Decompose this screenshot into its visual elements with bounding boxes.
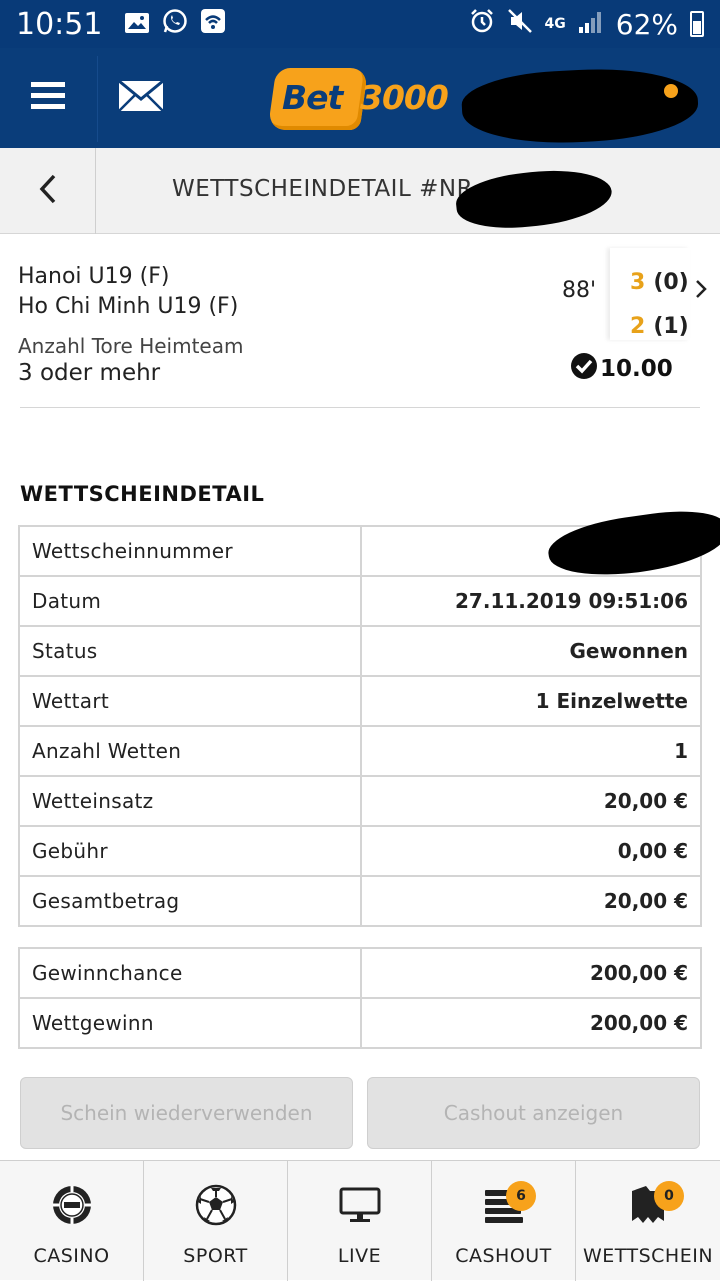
home-score-line: 3 (0) (630, 270, 689, 295)
alarm-icon (469, 8, 495, 41)
nav-label: WETTSCHEIN (582, 1245, 714, 1267)
nav-betslip[interactable]: 0 WETTSCHEIN (576, 1161, 720, 1281)
divider (20, 407, 700, 408)
mail-icon (118, 79, 164, 116)
odds-value: 10.00 (600, 356, 673, 382)
row-value: 1 (360, 725, 702, 777)
nav-label: SPORT (183, 1245, 248, 1267)
chevron-left-icon (39, 174, 57, 208)
status-time: 10:51 (16, 6, 103, 42)
mail-button[interactable] (106, 48, 176, 148)
row-label: Wetteinsatz (18, 775, 362, 827)
row-label: Anzahl Wetten (18, 725, 362, 777)
chevron-right-icon[interactable] (694, 278, 708, 304)
row-label: Wettscheinnummer (18, 525, 362, 577)
market-name: Anzahl Tore Heimteam (18, 334, 244, 358)
image-icon (124, 8, 150, 41)
redacted-slip-number (453, 163, 615, 235)
mute-icon (507, 8, 533, 41)
row-label: Wettgewinn (18, 997, 362, 1049)
row-value: 200,00 € (360, 947, 702, 999)
reuse-slip-button[interactable]: Schein wiederverwenden (20, 1077, 353, 1149)
battery-percent: 62% (615, 7, 678, 41)
bottom-nav: CASINO SPORT LIVE 6 CASHOUT 0 WETTSCHEIN (0, 1160, 720, 1281)
show-cashout-button[interactable]: Cashout anzeigen (367, 1077, 700, 1149)
table-row: Gesamtbetrag 20,00 € (18, 875, 702, 927)
nav-label: CASINO (33, 1245, 110, 1267)
away-team: Ho Chi Minh U19 (F) (18, 294, 239, 319)
whatsapp-icon (162, 8, 188, 41)
table-row: Wettart 1 Einzelwette (18, 675, 702, 727)
table-row: Gebühr 0,00 € (18, 825, 702, 877)
odds: 10.00 (570, 352, 673, 386)
row-label: Gesamtbetrag (18, 875, 362, 927)
soccer-ball-icon (194, 1183, 238, 1227)
nav-cashout[interactable]: 6 CASHOUT (432, 1161, 576, 1281)
table-row: Anzahl Wetten 1 (18, 725, 702, 777)
score-box: 3 (0) 2 (1) (610, 248, 690, 340)
section-title: WETTSCHEINDETAIL (20, 482, 265, 506)
table-row: Wetteinsatz 20,00 € (18, 775, 702, 827)
match-card[interactable]: Hanoi U19 (F) Ho Chi Minh U19 (F) 88' 3(… (0, 234, 720, 410)
row-value: 1 Einzelwette (360, 675, 702, 727)
row-label: Gebühr (18, 825, 362, 877)
nav-label: LIVE (337, 1245, 382, 1267)
table-row: Status Gewonnen (18, 625, 702, 677)
row-label: Gewinnchance (18, 947, 362, 999)
battery-icon (690, 11, 704, 37)
wifi-calling-icon (200, 8, 226, 41)
row-label: Status (18, 625, 362, 677)
row-value: Gewonnen (360, 625, 702, 677)
win-table: Gewinnchance 200,00 € Wettgewinn 200,00 € (18, 947, 702, 1049)
account-dot (664, 84, 678, 98)
bet-pick: 3 oder mehr (18, 360, 161, 386)
casino-chip-icon (50, 1183, 94, 1227)
row-value: 200,00 € (360, 997, 702, 1049)
match-minute: 88' (562, 278, 597, 303)
app-bar-divider (97, 56, 98, 142)
bet3000-logo[interactable]: Bet 3000 (267, 64, 452, 134)
network-type: 4G (544, 16, 566, 32)
nav-casino[interactable]: CASINO (0, 1161, 144, 1281)
monitor-icon (338, 1183, 382, 1227)
nav-sport[interactable]: SPORT (144, 1161, 288, 1281)
row-value: 27.11.2019 09:51:06 (360, 575, 702, 627)
back-button[interactable] (0, 148, 96, 234)
home-team: Hanoi U19 (F) (18, 264, 170, 289)
away-score-line: 2 (1) (630, 314, 689, 339)
redacted-account (460, 63, 700, 149)
table-row: Datum 27.11.2019 09:51:06 (18, 575, 702, 627)
row-value: 20,00 € (360, 775, 702, 827)
cashout-badge: 6 (506, 1181, 536, 1211)
nav-label: CASHOUT (455, 1245, 552, 1267)
check-circle-icon (570, 352, 598, 386)
sub-header: WETTSCHEINDETAIL #NR. 2 (0, 148, 720, 235)
details-table: Wettscheinnummer Datum 27.11.2019 09:51:06… (18, 525, 702, 927)
signal-icon (578, 8, 604, 41)
page-title: WETTSCHEINDETAIL #NR. 2 (172, 176, 503, 202)
menu-icon (31, 82, 65, 114)
row-value: 20,00 € (360, 875, 702, 927)
table-row: Wettgewinn 200,00 € (18, 997, 702, 1049)
status-bar: 10:51 4G 62% (0, 0, 720, 48)
table-row: Gewinnchance 200,00 € (18, 947, 702, 999)
row-label: Datum (18, 575, 362, 627)
nav-live[interactable]: LIVE (288, 1161, 432, 1281)
menu-button[interactable] (0, 48, 96, 148)
row-value: 0,00 € (360, 825, 702, 877)
app-bar: Bet 3000 (0, 48, 720, 149)
row-label: Wettart (18, 675, 362, 727)
betslip-badge: 0 (654, 1181, 684, 1211)
